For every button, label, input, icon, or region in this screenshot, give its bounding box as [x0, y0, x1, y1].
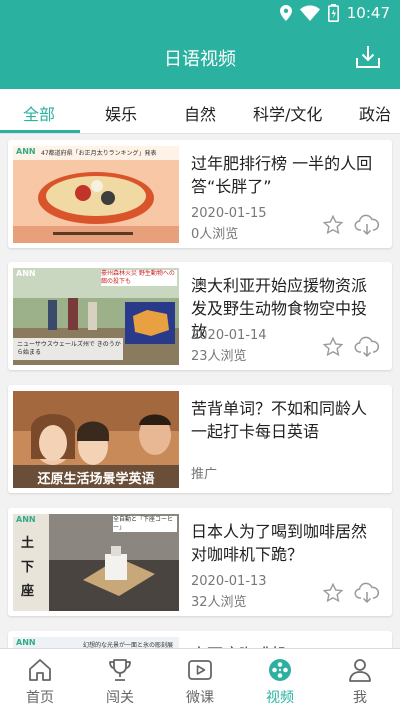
video-card[interactable]: ANN 土下座 全自動と「下座コーヒー」 日本人为了喝到咖啡居然对咖啡机下跪？ … [8, 508, 392, 616]
wifi-icon [299, 5, 320, 21]
nav-video[interactable]: 视频 [240, 649, 320, 710]
thumbnail-brand: ANN [16, 638, 36, 647]
nav-label: 视频 [266, 690, 294, 706]
nav-label: 我 [353, 690, 367, 706]
thumbnail-brand: ANN [16, 515, 36, 524]
card-views: 32人浏览 [191, 595, 247, 610]
video-card[interactable]: ANN 47都道府県「お正月太りランキング」発表 过年肥排行榜 一半的人回答“长… [8, 140, 392, 248]
video-thumbnail[interactable]: ANN 土下座 全自動と「下座コーヒー」 [13, 514, 179, 611]
nav-label: 闯关 [106, 690, 134, 706]
card-title[interactable]: 苦背单词？不如和同龄人一起打卡每日英语 [191, 397, 381, 443]
cloud-download-icon[interactable] [354, 334, 380, 360]
tab-all[interactable]: 全部 [23, 101, 55, 125]
thumbnail-caption: 全自動と「下座コーヒー」 [113, 516, 177, 532]
thumbnail-caption: 47都道府県「お正月太りランキング」発表 [41, 150, 157, 157]
thumbnail-brand: ANN [16, 269, 36, 278]
nav-home[interactable]: 首页 [0, 649, 80, 710]
trophy-icon [109, 659, 131, 681]
ad-card[interactable]: 还原生活场景学英语 苦背单词？不如和同龄人一起打卡每日英语 推广 [8, 385, 392, 493]
page-title: 日语视频 [164, 49, 236, 70]
video-thumbnail[interactable]: ANN 47都道府県「お正月太りランキング」発表 [13, 146, 179, 243]
tab-nature[interactable]: 自然 [184, 101, 216, 125]
tab-politics[interactable]: 政治 [359, 101, 391, 125]
video-card[interactable]: ANN 豪州森林火災 野生動物への餌の投下も ニューサウスウェールズ州で きのう… [8, 262, 392, 370]
star-icon[interactable] [322, 214, 344, 236]
tab-entertainment[interactable]: 娱乐 [105, 101, 137, 125]
category-tabs: 全部 娱乐 自然 科学/文化 政治 [0, 89, 400, 134]
status-icons: 10:47 [279, 4, 390, 22]
home-icon [29, 659, 51, 681]
play-icon [188, 660, 212, 680]
ad-badge: 推广 [191, 467, 218, 482]
video-thumbnail[interactable]: ANN 豪州森林火災 野生動物への餌の投下も ニューサウスウェールズ州で きのう… [13, 268, 179, 365]
card-views: 23人浏览 [191, 349, 247, 364]
thumbnail-caption: 豪州森林火災 野生動物への餌の投下も [101, 270, 177, 286]
film-reel-icon [269, 659, 291, 681]
nav-challenge[interactable]: 闯关 [80, 649, 160, 710]
app-bar: 日语视频 [0, 27, 400, 89]
status-time: 10:47 [346, 4, 390, 22]
ad-thumbnail[interactable]: 还原生活场景学英语 [13, 391, 179, 488]
ad-caption: 还原生活场景学英语 [37, 472, 155, 487]
card-date: 2020-01-15 [191, 206, 267, 221]
star-icon[interactable] [322, 582, 344, 604]
nav-me[interactable]: 我 [320, 649, 400, 710]
status-bar: 10:47 [0, 0, 400, 27]
card-title[interactable]: 过年肥排行榜 一半的人回答“长胖了” [191, 152, 381, 198]
cloud-download-icon[interactable] [354, 212, 380, 238]
cloud-download-icon[interactable] [354, 580, 380, 606]
tab-science-culture[interactable]: 科学/文化 [253, 101, 322, 125]
card-views: 0人浏览 [191, 227, 239, 242]
download-icon[interactable] [354, 43, 382, 71]
location-icon [279, 5, 292, 21]
nav-label: 微课 [186, 690, 214, 706]
tab-indicator [0, 130, 80, 133]
nav-microcourse[interactable]: 微课 [160, 649, 240, 710]
nav-label: 首页 [26, 690, 54, 706]
battery-icon [327, 4, 339, 22]
thumbnail-side-text: 土下座 [21, 536, 35, 599]
card-date: 2020-01-13 [191, 574, 267, 589]
bottom-nav: 首页 闯关 微课 视频 我 [0, 648, 400, 710]
card-title[interactable]: 日本人为了喝到咖啡居然对咖啡机下跪？ [191, 520, 381, 566]
thumbnail-subcaption: ニューサウスウェールズ州で きのうから始まる [17, 341, 121, 356]
card-date: 2020-01-14 [191, 328, 267, 343]
thumbnail-brand: ANN [16, 147, 36, 156]
star-icon[interactable] [322, 336, 344, 358]
person-icon [349, 659, 371, 682]
